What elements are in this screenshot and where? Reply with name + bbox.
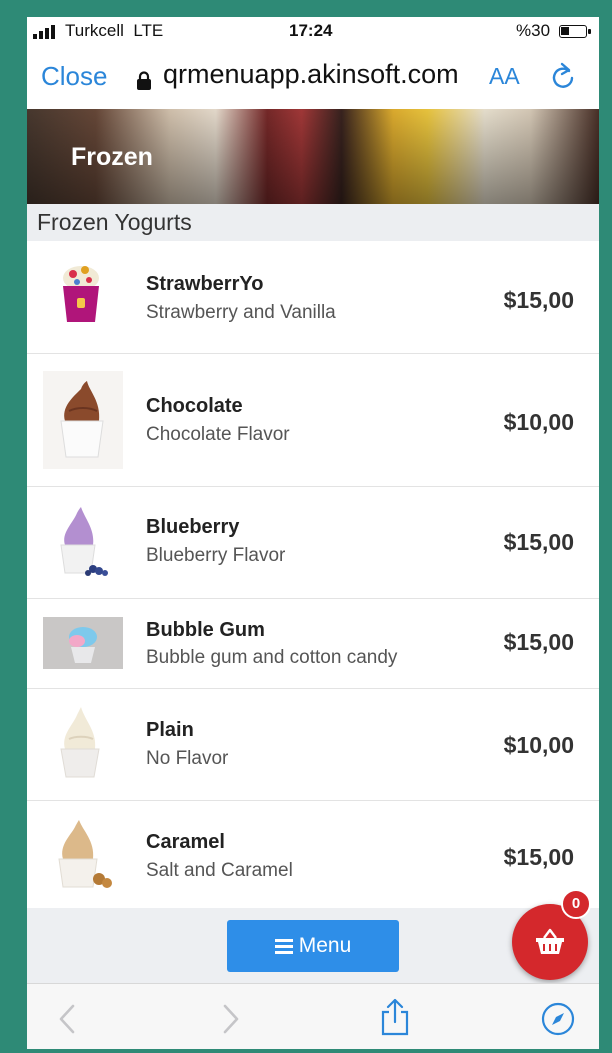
item-name: StrawberrYo (146, 273, 264, 295)
text-size-button[interactable]: AA (489, 63, 520, 90)
signal-icon (33, 25, 55, 39)
list-item[interactable]: Chocolate Chocolate Flavor $10,00 (27, 354, 599, 487)
item-description: Chocolate Flavor (146, 424, 290, 445)
url-field[interactable]: qrmenuapp.akinsoft.com (163, 59, 481, 90)
compass-icon[interactable] (541, 1002, 575, 1036)
list-item[interactable]: Blueberry Blueberry Flavor $15,00 (27, 487, 599, 599)
cart-count-badge: 0 (561, 889, 591, 919)
chevron-right-icon[interactable] (221, 1004, 241, 1034)
phone-screen: Turkcell LTE 17:24 %30 Close qrmenuapp.a… (27, 17, 599, 1049)
carrier-name: Turkcell (65, 21, 124, 40)
item-description: Blueberry Flavor (146, 545, 286, 566)
item-description: Bubble gum and cotton candy (146, 647, 398, 668)
menu-button[interactable]: Menu (227, 920, 399, 972)
item-name: Blueberry (146, 516, 240, 538)
item-description: Strawberry and Vanilla (146, 302, 336, 323)
lock-icon (137, 71, 151, 90)
chevron-left-icon[interactable] (57, 1004, 77, 1034)
hamburger-icon (274, 939, 293, 954)
item-description: Salt and Caramel (146, 860, 293, 881)
caramel-yogurt-image (43, 817, 123, 895)
share-icon[interactable] (379, 998, 411, 1036)
battery-icon (559, 25, 591, 38)
item-name: Chocolate (146, 395, 243, 417)
browser-toolbar (27, 983, 599, 1049)
plain-yogurt-image (43, 705, 123, 785)
reload-icon[interactable] (548, 60, 578, 92)
address-bar: Close qrmenuapp.akinsoft.com AA (27, 47, 599, 109)
status-bar: Turkcell LTE 17:24 %30 (27, 17, 599, 47)
item-description: No Flavor (146, 748, 229, 769)
network-type: LTE (133, 21, 164, 40)
banner-title: Frozen (71, 143, 153, 171)
item-price: $15,00 (503, 287, 574, 313)
item-name: Caramel (146, 831, 225, 853)
strawberry-yogurt-image (43, 256, 123, 336)
list-item[interactable]: StrawberrYo Strawberry and Vanilla $15,0… (27, 241, 599, 354)
list-item[interactable]: Caramel Salt and Caramel $15,00 (27, 801, 599, 908)
chocolate-yogurt-image (43, 371, 123, 469)
menu-button-label: Menu (298, 934, 352, 957)
item-price: $15,00 (503, 844, 574, 870)
item-price: $15,00 (503, 629, 574, 655)
bubble-gum-yogurt-image (43, 617, 123, 669)
carrier-label: Turkcell LTE (65, 21, 163, 41)
battery-percent: %30 (516, 21, 551, 40)
item-price: $10,00 (503, 732, 574, 758)
basket-icon (536, 928, 564, 954)
close-button[interactable]: Close (41, 61, 107, 92)
section-header: Frozen Yogurts (27, 204, 599, 241)
item-name: Plain (146, 719, 194, 741)
item-price: $15,00 (503, 529, 574, 555)
list-item[interactable]: Bubble Gum Bubble gum and cotton candy $… (27, 599, 599, 689)
status-time: 17:24 (289, 21, 333, 40)
blueberry-yogurt-image (43, 503, 123, 583)
item-name: Bubble Gum (146, 619, 265, 641)
category-banner: Frozen (27, 109, 599, 204)
frame-top (295, 0, 500, 10)
item-price: $10,00 (503, 409, 574, 435)
list-item[interactable]: Plain No Flavor $10,00 (27, 689, 599, 801)
section-title: Frozen Yogurts (37, 209, 192, 235)
